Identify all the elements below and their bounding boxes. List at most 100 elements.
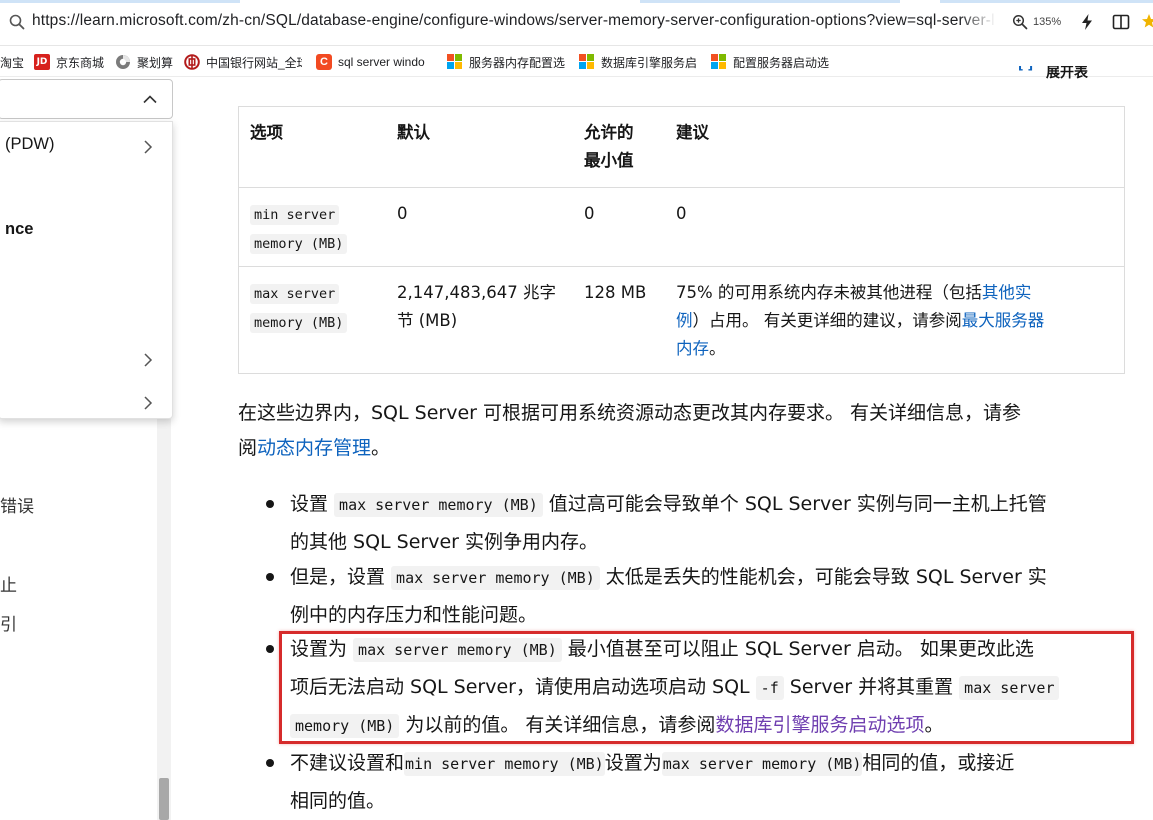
boundaries-paragraph: 在这些边界内，SQL Server 可根据可用系统资源动态更改其内存要求。 有关… <box>238 396 1128 466</box>
dropdown-item-5[interactable] <box>0 387 174 417</box>
paragraph-text: 阅 <box>238 437 258 459</box>
table-row: min server memory (MB) 0 0 0 <box>239 187 1124 266</box>
dropdown-item-4[interactable] <box>0 344 174 374</box>
text: 例中的内存压力和性能问题。 <box>290 604 538 626</box>
bookmark-memory-config[interactable]: 服务器内存配置选 <box>447 52 565 72</box>
bookmark-jd[interactable]: JD 京东商城 <box>34 52 104 72</box>
table-cell-recommendation: 75% 的可用系统内存未被其他进程（包括其他实 例）占用。 有关更详细的建议，请… <box>676 279 1116 363</box>
table-header-minimum-line: 允许的 <box>584 123 634 142</box>
bookmark-label: 聚划算 <box>137 55 174 70</box>
bookmark-label: 服务器内存配置选 <box>469 55 565 70</box>
bullet-dot <box>266 759 274 767</box>
bookmark-juhuasuan[interactable]: 聚划算 <box>115 52 173 72</box>
inline-code: min server memory (MB) <box>404 752 605 776</box>
nav-item-stop[interactable]: 止 <box>0 571 17 596</box>
text: 设置 <box>290 493 335 515</box>
option-code: max server <box>250 284 340 304</box>
default-line: 2,147,483,647 兆字 <box>397 283 556 302</box>
bookmark-label: 中国银行网站_全球 <box>206 55 302 70</box>
recommendation-text: 75% 的可用系统内存未被其他进程（包括 <box>676 283 982 302</box>
nav-item-quote[interactable]: 引 <box>0 610 17 635</box>
microsoft-icon <box>711 54 727 70</box>
table-cell-recommendation: 0 <box>676 204 687 223</box>
paragraph-text: 。 <box>371 437 391 459</box>
options-table: 选项 默认 允许的 最小值 建议 min server memory (MB) … <box>238 106 1125 374</box>
inline-code: max server memory (MB) <box>391 566 600 590</box>
bullet-dot <box>266 500 274 508</box>
dropdown-item-3[interactable] <box>0 422 174 452</box>
max-server-memory-link[interactable]: 最大服务器 <box>962 311 1045 330</box>
dropdown-item-label: (PDW) <box>5 135 55 153</box>
table-header-minimum-line: 最小值 <box>584 151 634 170</box>
text: 设置为 <box>604 752 662 774</box>
other-instances-link[interactable]: 其他实 <box>982 283 1032 302</box>
nav-item-errors[interactable]: 错误 <box>0 492 34 517</box>
dropdown-item-pdw[interactable]: (PDW) <box>0 131 174 161</box>
paragraph-line: 在这些边界内，SQL Server 可根据可用系统资源动态更改其内存要求。 有关… <box>238 402 1022 424</box>
table-cell-option: min server memory (MB) <box>250 200 348 258</box>
bookmark-boc[interactable]: 中国银行网站_全球 <box>184 52 302 72</box>
option-code: memory (MB) <box>250 313 348 333</box>
bookmark-engine-startup[interactable]: 数据库引擎服务启 <box>579 52 697 72</box>
text: 的其他 SQL Server 实例争用内存。 <box>290 531 599 553</box>
list-item-text: 设置 max server memory (MB) 值过高可能会导致单个 SQL… <box>290 486 1130 561</box>
tab-strip-edge <box>940 0 1153 3</box>
option-code: min server <box>250 205 340 225</box>
list-item-text: 但是，设置 max server memory (MB) 太低是丢失的性能机会，… <box>290 559 1130 634</box>
bookmark-label: 淘宝 <box>0 55 24 70</box>
bookmark-label: 京东商城 <box>56 55 105 70</box>
expand-table-label: 展开表 <box>1046 66 1088 80</box>
address-bar[interactable]: https://learn.microsoft.com/zh-cn/SQL/da… <box>0 0 1153 46</box>
chevron-up-icon[interactable] <box>141 93 159 105</box>
text: 值过高可能会导致单个 SQL Server 实例与同一主机上托管 <box>542 493 1047 515</box>
inline-code: max server memory (MB) <box>334 493 543 517</box>
star-icon[interactable] <box>1142 12 1153 30</box>
bookmark-label: 数据库引擎服务启 <box>601 55 697 70</box>
table-header-default: 默认 <box>397 123 430 142</box>
bookmark-server-startup[interactable]: 配置服务器启动选 <box>711 52 829 72</box>
table-cell-default: 2,147,483,647 兆字 节 (MB) <box>397 279 556 335</box>
other-instances-link[interactable]: 例 <box>676 311 693 330</box>
expand-table-icon: [ ] <box>1018 66 1033 72</box>
tab-strip-edge <box>640 0 900 3</box>
chevron-right-icon <box>144 396 153 410</box>
list-item-text: 不建议设置和min server memory (MB)设置为max serve… <box>290 745 1130 820</box>
url-fade <box>960 6 996 38</box>
max-server-memory-link[interactable]: 内存 <box>676 339 709 358</box>
text: 但是，设置 <box>290 566 392 588</box>
dropdown-item-instance[interactable]: nce <box>0 216 174 246</box>
expand-table-link[interactable]: 展开表 [ ] <box>1016 66 1116 80</box>
inline-code: max server memory (MB) <box>661 752 863 776</box>
recommendation-text: 。 <box>709 339 726 358</box>
bookmark-label: 配置服务器启动选 <box>733 55 829 70</box>
bullet-dot <box>266 573 274 581</box>
bookmarks-bar: 淘宝 JD 京东商城 聚划算 中国银行网站_全球 C sql server wi… <box>0 46 1153 77</box>
table-header-recommendation: 建议 <box>676 123 709 142</box>
table-header-option: 选项 <box>250 123 283 142</box>
bolt-icon[interactable] <box>1079 13 1095 31</box>
table-row: max server memory (MB) 2,147,483,647 兆字 … <box>239 266 1124 374</box>
bookmark-taobao[interactable]: 淘宝 <box>0 52 24 72</box>
csdn-icon: C <box>316 54 332 70</box>
reader-mode-icon[interactable] <box>1112 14 1130 30</box>
microsoft-icon <box>579 54 595 70</box>
jd-icon: JD <box>34 54 50 70</box>
microsoft-icon <box>447 54 463 70</box>
url-field[interactable]: https://learn.microsoft.com/zh-cn/SQL/da… <box>32 12 994 30</box>
text: 不建议设置和 <box>290 752 405 774</box>
zoom-icon[interactable] <box>1012 14 1028 30</box>
annotation-highlight-box <box>279 631 1134 744</box>
dropdown-item-label: nce <box>5 220 34 238</box>
table-cell-option: max server memory (MB) <box>250 279 348 337</box>
text: 太低是丢失的性能机会，可能会导致 SQL Server 实 <box>599 566 1047 588</box>
bookmark-sql-server[interactable]: C sql server windo <box>316 52 434 72</box>
nav-scrollbar-thumb[interactable] <box>159 778 169 820</box>
dynamic-memory-link[interactable]: 动态内存管理 <box>257 437 371 459</box>
tab-strip-edge <box>0 0 240 3</box>
table-header-row: 选项 默认 允许的 最小值 建议 <box>239 107 1124 187</box>
chevron-right-icon <box>144 353 153 367</box>
text: 相同的值，或接近 <box>862 752 1015 774</box>
search-icon <box>9 14 25 30</box>
zoom-level[interactable]: 135% <box>1033 16 1061 28</box>
option-code: memory (MB) <box>250 234 348 254</box>
